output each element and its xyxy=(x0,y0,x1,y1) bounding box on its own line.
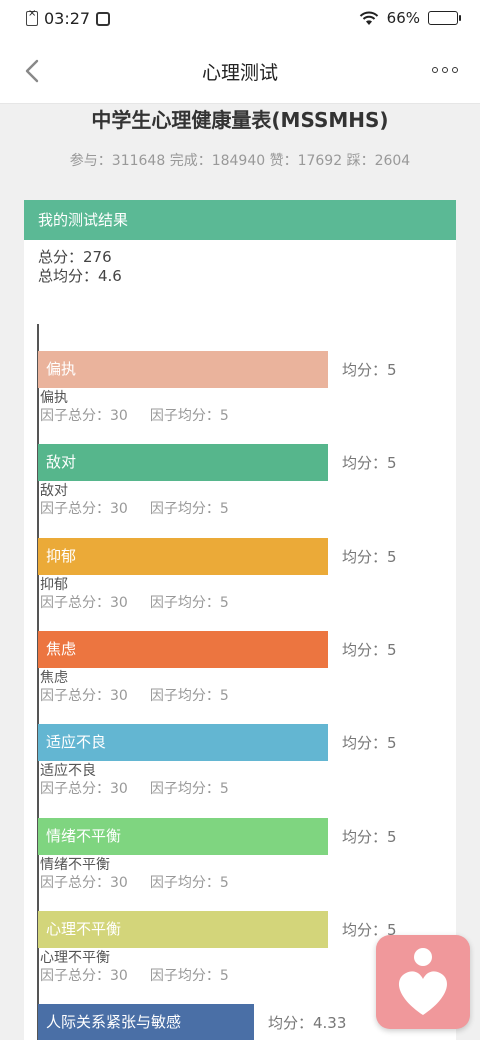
factor-total: 因子总分：30 xyxy=(40,594,128,611)
factor-bar[interactable]: 抑郁 xyxy=(38,537,328,575)
status-bar: 03:27 66% xyxy=(0,0,480,38)
factor-scores: 因子总分：30 因子均分：5 xyxy=(38,780,458,798)
factor-mean: 因子均分：5 xyxy=(149,781,229,798)
factor-total: 因子总分：30 xyxy=(40,408,128,424)
factor-average: 均分：5 xyxy=(342,827,397,846)
factor-average: 均分：5 xyxy=(342,547,397,566)
factor-scores: 因子总分：30 因子均分：5 xyxy=(38,687,458,705)
factor-bar[interactable]: 适应不良 xyxy=(38,724,328,762)
factor-name: 敌对 xyxy=(40,483,68,500)
factor-bar[interactable]: 敌对 xyxy=(38,444,328,482)
heart-person-icon[interactable] xyxy=(376,935,470,1029)
factor-item: 适应不良 均分：5 适应不良 因子总分：30 因子均分：5 xyxy=(38,724,458,798)
factor-name: 偏执 xyxy=(40,390,68,406)
status-time: 03:27 xyxy=(44,9,91,28)
no-sim-icon xyxy=(26,8,38,26)
factor-mean: 因子均分：5 xyxy=(149,874,229,891)
battery-percent: 66% xyxy=(386,9,420,27)
factor-total: 因子总分：30 xyxy=(40,687,128,704)
factor-mean: 因子均分：5 xyxy=(149,408,229,424)
factor-average: 均分：4.33 xyxy=(268,1014,347,1033)
factor-total: 因子总分：30 xyxy=(40,501,128,518)
factor-mean: 因子均分：5 xyxy=(149,687,229,704)
factor-item: 焦虑 均分：5 焦虑 因子总分：30 因子均分：5 xyxy=(38,630,458,705)
factor-mean: 因子均分：5 xyxy=(149,594,229,611)
factor-item: 抑郁 均分：5 抑郁 因子总分：30 因子均分：5 xyxy=(38,537,458,612)
factor-name: 焦虑 xyxy=(40,669,68,686)
factor-bar[interactable]: 情绪不平衡 xyxy=(38,817,328,855)
factor-scores: 因子总分：30 因子均分：5 xyxy=(38,874,458,892)
test-stats: 参与：311648 完成：184940 赞：17692 踩：2604 xyxy=(69,153,411,169)
factor-average: 均分：5 xyxy=(342,361,397,379)
factor-bar[interactable]: 偏执 xyxy=(38,351,328,388)
factor-average: 均分：5 xyxy=(342,734,397,753)
total-score: 总分：276 xyxy=(38,248,112,266)
battery-icon xyxy=(428,11,461,25)
factor-mean: 因子均分：5 xyxy=(149,501,229,518)
factor-bar[interactable]: 人际关系紧张与敏感 xyxy=(38,1004,254,1040)
result-card: 我的测试结果 总分：276 总均分：4.6 偏执 均分：5 偏执 因子总分：30 因子均… xyxy=(24,200,456,1040)
page-title: 心理测试 xyxy=(201,62,278,84)
factor-scores: 因子总分：30 因子均分：5 xyxy=(38,500,458,518)
factor-average: 均分：5 xyxy=(342,454,397,473)
test-title: 中学生心理健康量表(MSSMHS) xyxy=(91,108,389,132)
factor-name: 适应不良 xyxy=(40,763,96,780)
factor-bar[interactable]: 心理不平衡 xyxy=(38,910,328,948)
factor-total: 因子总分：30 xyxy=(40,967,128,984)
result-header: 我的测试结果 xyxy=(24,200,456,240)
factor-name: 情绪不平衡 xyxy=(40,856,110,873)
factor-item: 情绪不平衡 均分：5 情绪不平衡 因子总分：30 因子均分：5 xyxy=(38,817,458,892)
factor-scores: 因子总分：30 因子均分：5 xyxy=(38,407,458,425)
more-dots-icon[interactable] xyxy=(432,60,458,80)
factor-average: 均分：5 xyxy=(342,640,397,659)
total-average: 总均分：4.6 xyxy=(38,267,122,285)
silent-mode-icon xyxy=(96,11,111,26)
factor-total: 因子总分：30 xyxy=(40,874,128,891)
factor-mean: 因子均分：5 xyxy=(149,967,229,984)
factor-item: 偏执 均分：5 偏执 因子总分：30 因子均分：5 xyxy=(38,351,458,425)
factor-name: 抑郁 xyxy=(40,576,68,593)
wifi-icon xyxy=(359,11,378,25)
factor-scores: 因子总分：30 因子均分：5 xyxy=(38,594,458,612)
factor-bar[interactable]: 焦虑 xyxy=(38,630,328,668)
nav-bar: 心理测试 xyxy=(0,38,480,104)
factor-item: 敌对 均分：5 敌对 因子总分：30 因子均分：5 xyxy=(38,444,458,518)
factor-total: 因子总分：30 xyxy=(40,781,128,798)
